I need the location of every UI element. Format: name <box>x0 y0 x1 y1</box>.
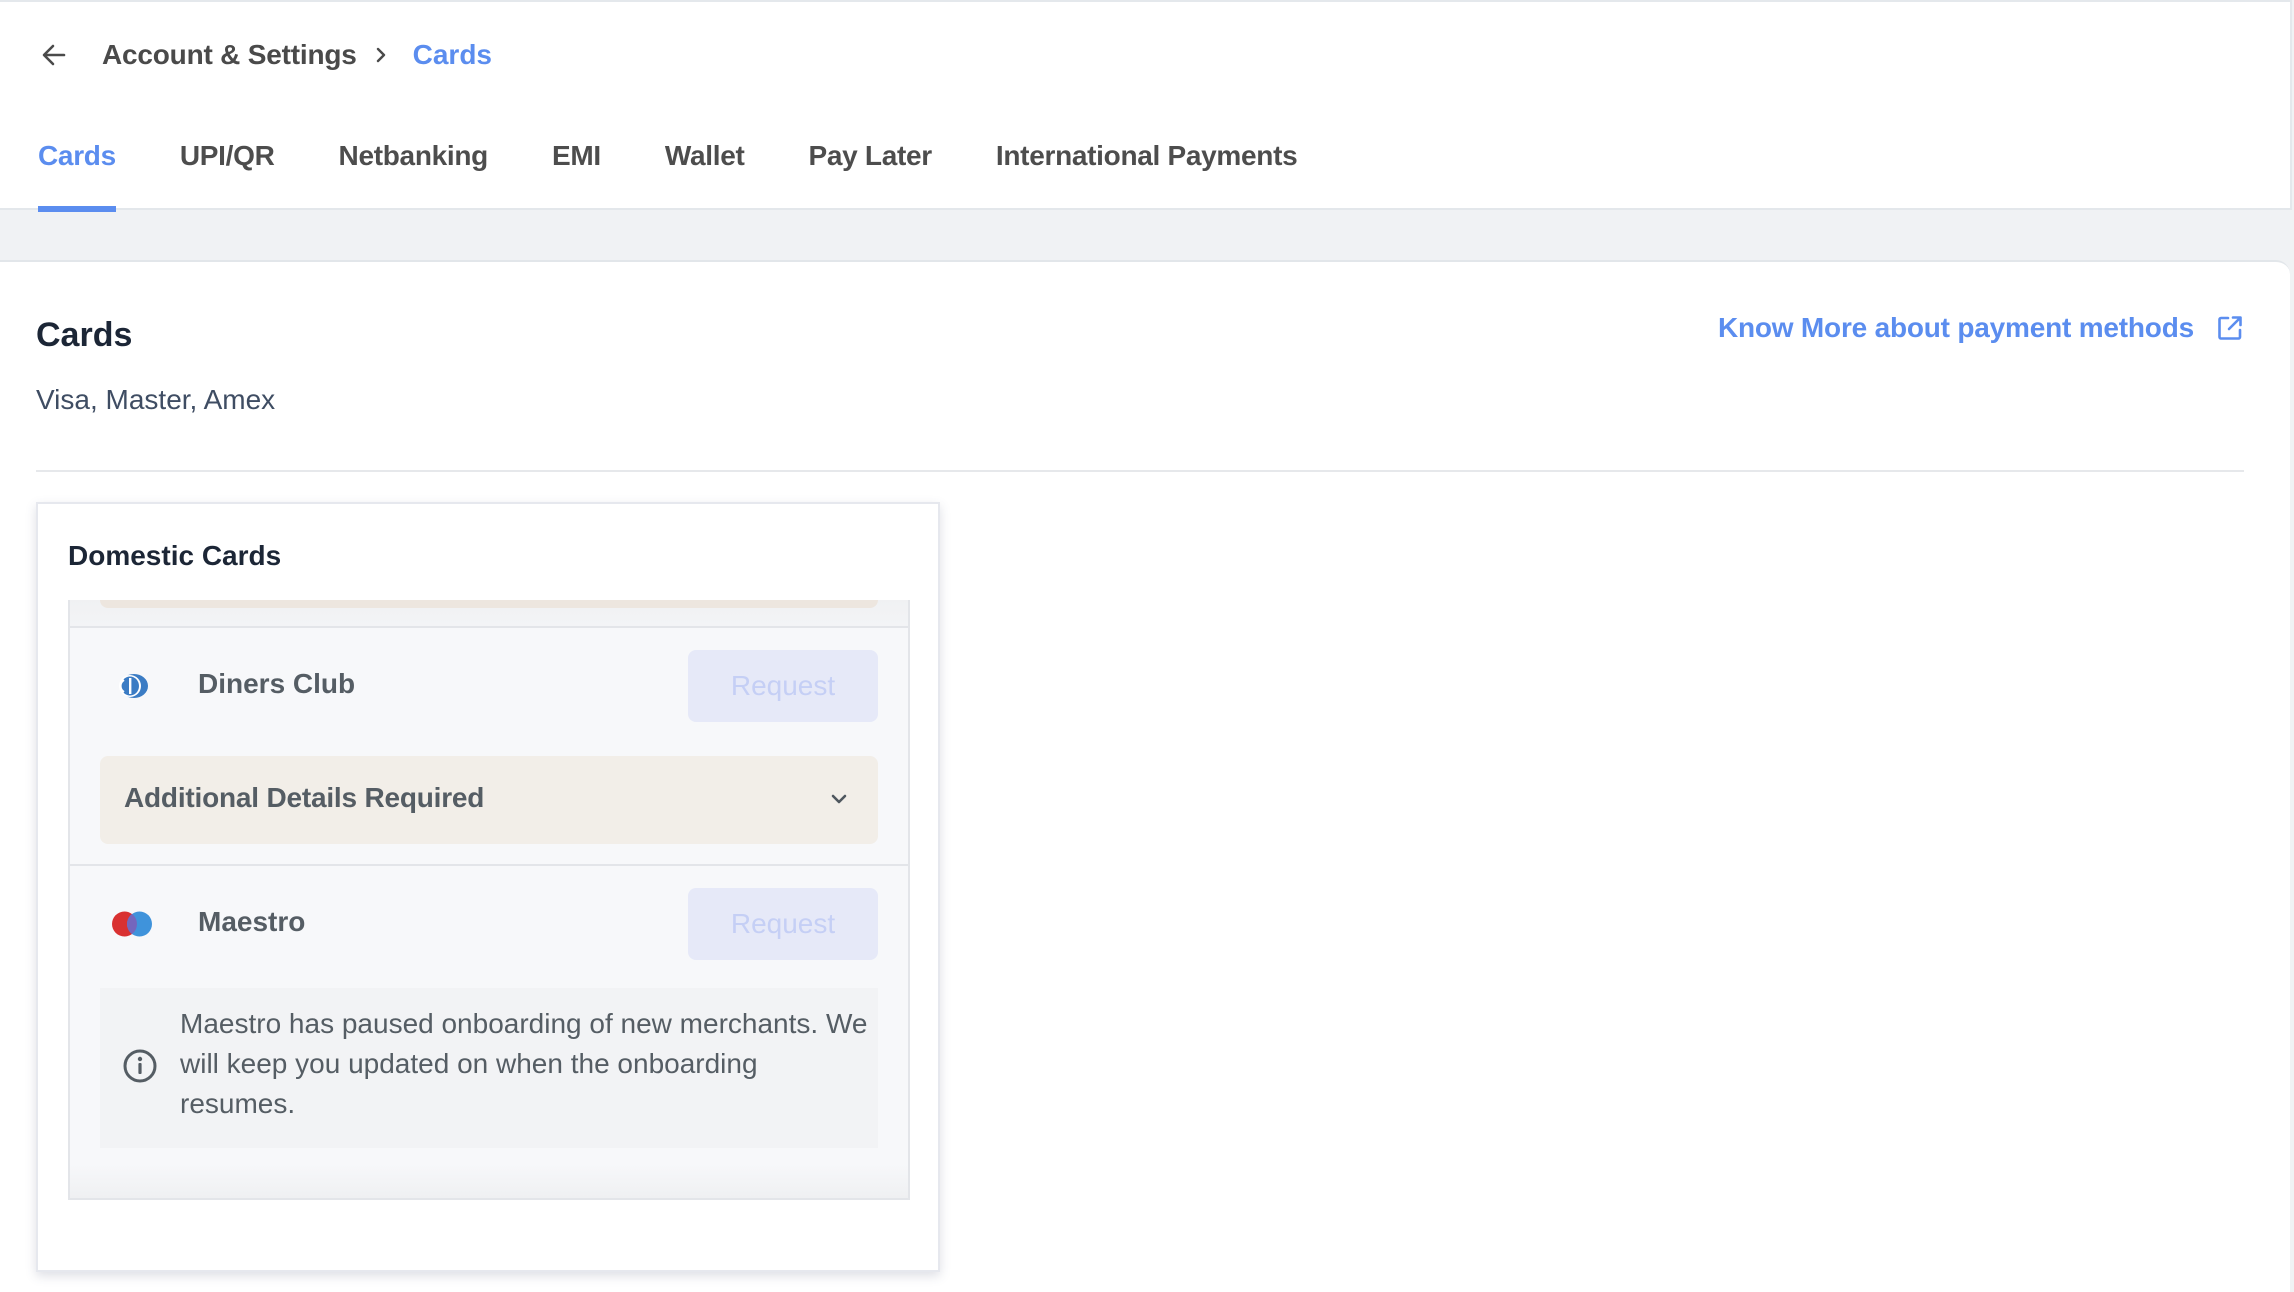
maestro-info-notice: Maestro has paused onboarding of new mer… <box>100 988 878 1148</box>
partial-accordion <box>100 600 878 608</box>
know-more-label: Know More about payment methods <box>1717 312 2194 343</box>
list-item-maestro: Maestro Request Maestro has paused onboa… <box>70 868 908 1198</box>
maestro-logo-icon <box>112 911 152 937</box>
breadcrumb-current: Cards <box>412 39 493 70</box>
domestic-cards-title: Domestic Cards <box>68 540 282 571</box>
tab-international-payments[interactable]: International Payments <box>996 134 1298 210</box>
page-header: Account & Settings Cards Cards UPI/QR Ne… <box>0 0 2292 212</box>
breadcrumb: Account & Settings Cards <box>40 32 492 78</box>
list-item-partial <box>70 600 908 628</box>
arrow-left-icon <box>42 44 66 66</box>
chevron-down-icon <box>831 794 847 804</box>
info-icon <box>123 1049 157 1083</box>
tab-netbanking[interactable]: Netbanking <box>339 134 489 210</box>
list-item-header: Maestro Request <box>70 888 908 960</box>
request-button[interactable]: Request <box>688 650 878 722</box>
tab-emi[interactable]: EMI <box>552 134 601 210</box>
info-text: Maestro has paused onboarding of new mer… <box>180 1008 868 1119</box>
additional-details-accordion[interactable]: Additional Details Required <box>100 756 878 844</box>
breadcrumb-parent-link[interactable]: Account & Settings <box>102 39 357 71</box>
know-more-link[interactable]: Know More about payment methods <box>1718 308 2244 348</box>
payment-method-tabs: Cards UPI/QR Netbanking EMI Wallet Pay L… <box>38 134 1361 212</box>
tab-upi-qr[interactable]: UPI/QR <box>180 134 275 210</box>
external-link-icon <box>2218 316 2242 340</box>
list-item-header: Diners Club Request <box>70 650 908 722</box>
card-network-name: Maestro <box>198 906 306 937</box>
chevron-right-icon <box>375 45 391 65</box>
card-network-list[interactable]: Diners Club Request Additional Details R… <box>68 600 910 1200</box>
diners-club-logo-icon <box>119 674 148 698</box>
request-button[interactable]: Request <box>688 888 878 960</box>
back-button[interactable] <box>40 41 68 69</box>
card-network-name: Diners Club <box>198 668 356 699</box>
accordion-label: Additional Details Required <box>124 782 485 813</box>
main-content: Cards Visa, Master, Amex Know More about… <box>0 260 2290 1292</box>
tab-wallet[interactable]: Wallet <box>665 134 745 210</box>
tab-cards[interactable]: Cards <box>38 134 116 212</box>
tab-pay-later[interactable]: Pay Later <box>809 134 933 210</box>
section-divider <box>36 470 2244 472</box>
section-title: Cards <box>36 316 133 354</box>
domestic-cards-panel: Domestic Cards Diners Club Request Addit… <box>36 502 940 1272</box>
section-subtitle: Visa, Master, Amex <box>36 384 276 415</box>
list-item-diners-club: Diners Club Request Additional Details R… <box>70 630 908 866</box>
